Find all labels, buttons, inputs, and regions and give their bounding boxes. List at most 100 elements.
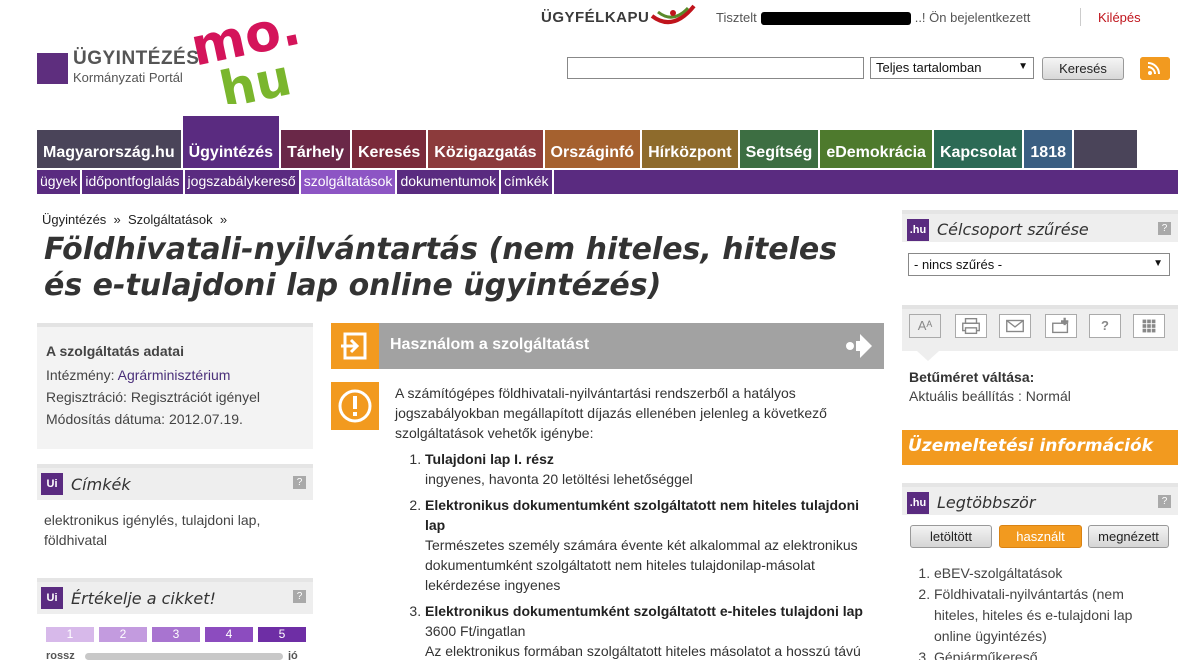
- mohu-logo[interactable]: mo. hu: [190, 4, 310, 104]
- chevron-down-icon: ▼: [1153, 258, 1163, 269]
- login-greeting: Tisztelt ..! Ön bejelentkezett: [716, 10, 1030, 26]
- nav-item[interactable]: Magyarország.hu: [37, 130, 181, 168]
- sub-nav: ügyek időpontfoglalás jogszabálykereső szol…: [37, 170, 1178, 194]
- breadcrumb: Ügyintézés » Szolgáltatások »: [42, 212, 227, 227]
- rating-title: Értékelje a cikket!: [71, 588, 216, 608]
- subnav-item[interactable]: időpontfoglalás: [82, 170, 185, 194]
- subnav-item[interactable]: ügyek: [37, 170, 83, 194]
- chevron-down-icon: ▼: [1018, 61, 1028, 72]
- service-item-desc: Természetes személy számára évente két a…: [425, 537, 858, 593]
- tab-viewed[interactable]: megnézett: [1088, 525, 1169, 548]
- header-divider: [1080, 8, 1081, 26]
- rating-3[interactable]: 3: [152, 627, 200, 642]
- search-scope-value: Teljes tartalomban: [876, 60, 982, 75]
- audience-filter-select[interactable]: - nincs szűrés - ▼: [908, 253, 1170, 276]
- rss-icon[interactable]: [1140, 57, 1170, 80]
- nav-item[interactable]: Ügyintézés: [182, 116, 280, 168]
- nav-item[interactable]: Kapcsolat: [933, 130, 1023, 168]
- nav-item[interactable]: Közigazgatás: [428, 130, 543, 168]
- ugyfelkapu-logo-text: ÜGYFÉLKAPU: [541, 9, 650, 26]
- service-item: Tulajdoni lap I. rész ingyenes, havonta …: [425, 449, 870, 489]
- nav-item[interactable]: Segítség: [739, 130, 819, 168]
- rating-2[interactable]: 2: [99, 627, 147, 642]
- rating-box-header: Ui Értékelje a cikket! ?: [37, 578, 313, 614]
- arrow-right-icon[interactable]: [842, 331, 880, 361]
- service-description: A számítógépes földhivatali-nyilvántartá…: [395, 383, 870, 660]
- subnav-item[interactable]: jogszabálykereső: [185, 170, 301, 194]
- most-title: Legtöbbször: [937, 493, 1036, 512]
- ui-logo-icon: Ui: [41, 473, 63, 495]
- breadcrumb-separator: »: [219, 212, 228, 227]
- nav-item[interactable]: Országinfó: [544, 130, 641, 168]
- bookmark-add-icon[interactable]: [1045, 314, 1077, 338]
- service-info-box: A szolgáltatás adatai Intézmény: Agrármi…: [37, 323, 313, 449]
- portal-logo-subtitle[interactable]: Kormányzati Portál: [73, 70, 183, 85]
- service-item-desc: ingyenes, havonta 20 letöltési lehetőség…: [425, 471, 693, 487]
- main-nav: Magyarország.hu Ügyintézés Tárhely Keresés K…: [37, 116, 1139, 168]
- ui-logo-icon: Ui: [41, 587, 63, 609]
- redacted-name: [760, 12, 911, 26]
- tab-downloaded[interactable]: letöltött: [910, 525, 992, 548]
- most-list-item[interactable]: Földhivatali-nyilvántartás (nem hiteles,…: [934, 584, 1168, 647]
- audience-filter-value: - nincs szűrés -: [914, 257, 1003, 272]
- content-intro: A számítógépes földhivatali-nyilvántartá…: [395, 385, 827, 441]
- institution-link[interactable]: Agrárminisztérium: [118, 367, 231, 383]
- rating-5[interactable]: 5: [258, 627, 306, 642]
- help-icon[interactable]: ?: [293, 476, 306, 489]
- service-item-desc: 3600 Ft/ingatlan: [425, 623, 526, 639]
- tab-used[interactable]: használt: [999, 525, 1082, 548]
- help-icon[interactable]: ?: [1158, 222, 1171, 235]
- nav-item[interactable]: eDemokrácia: [820, 130, 932, 168]
- subnav-item[interactable]: szolgáltatások: [300, 170, 398, 194]
- filter-title: Célcsoport szűrése: [937, 220, 1089, 239]
- search-button[interactable]: Keresés: [1042, 57, 1124, 80]
- rating-high-label: jó: [288, 650, 298, 660]
- use-service-label[interactable]: Használom a szolgáltatást: [390, 336, 589, 354]
- tags-title: Címkék: [71, 474, 131, 494]
- rating-1[interactable]: 1: [46, 627, 94, 642]
- page-title: Földhivatali-nyilvántartás (nem hiteles,…: [44, 232, 838, 303]
- service-info-title: A szolgáltatás adatai: [46, 343, 184, 359]
- rating-bar: [85, 653, 283, 660]
- search-input[interactable]: [567, 57, 864, 79]
- font-size-value: Aktuális beállítás : Normál: [909, 388, 1071, 404]
- subnav-item[interactable]: címkék: [501, 170, 554, 194]
- help-icon[interactable]: ?: [1158, 495, 1171, 508]
- greeting-prefix: Tisztelt: [716, 10, 757, 25]
- hu-logo-icon: .hu: [907, 492, 929, 514]
- nav-item[interactable]: Tárhely: [281, 130, 350, 168]
- nav-item[interactable]: 1818: [1024, 130, 1072, 168]
- mail-icon[interactable]: [999, 314, 1031, 338]
- most-list-item[interactable]: Gépjárműkereső: [934, 647, 1168, 660]
- rating-scale: 1 2 3 4 5: [46, 627, 311, 642]
- tags-box-header: Ui Címkék ?: [37, 464, 313, 500]
- print-icon[interactable]: [955, 314, 987, 338]
- font-size-title: Betűméret váltása:: [909, 369, 1035, 385]
- nav-item[interactable]: Hírközpont: [642, 130, 738, 168]
- breadcrumb-current[interactable]: Szolgáltatások: [128, 212, 213, 227]
- most-list-item[interactable]: eBEV-szolgáltatások: [934, 563, 1168, 584]
- logout-link[interactable]: Kilépés: [1098, 10, 1141, 25]
- service-item-title: Tulajdoni lap I. rész: [425, 451, 554, 467]
- tags-list[interactable]: elektronikus igénylés, tulajdoni lap, fö…: [44, 510, 304, 550]
- grid-icon[interactable]: [1133, 314, 1165, 338]
- help-icon[interactable]: ?: [1089, 314, 1121, 338]
- tools-pointer: [917, 351, 939, 361]
- most-list: eBEV-szolgáltatások Földhivatali-nyilván…: [918, 563, 1168, 660]
- operations-info-link[interactable]: Üzemeltetési információk: [902, 430, 1178, 465]
- portal-logo-title[interactable]: ÜGYINTÉZÉS: [73, 48, 199, 70]
- breadcrumb-home[interactable]: Ügyintézés: [42, 212, 106, 227]
- ugyfelkapu-logo-icon: [650, 4, 696, 25]
- font-size-icon[interactable]: Aᴬ: [909, 314, 941, 338]
- login-arrow-icon[interactable]: [331, 323, 379, 369]
- nav-item[interactable]: Keresés: [351, 130, 427, 168]
- service-item: Elektronikus dokumentumként szolgáltatot…: [425, 495, 870, 595]
- help-icon[interactable]: ?: [293, 590, 306, 603]
- subnav-item[interactable]: dokumentumok: [397, 170, 502, 194]
- search-scope-select[interactable]: Teljes tartalomban ▼: [870, 57, 1034, 79]
- institution-label: Intézmény:: [46, 367, 115, 383]
- service-item-title: Elektronikus dokumentumként szolgáltatot…: [425, 603, 863, 619]
- portal-logo-square[interactable]: [37, 53, 68, 84]
- service-item-title: Elektronikus dokumentumként szolgáltatot…: [425, 497, 860, 533]
- rating-4[interactable]: 4: [205, 627, 253, 642]
